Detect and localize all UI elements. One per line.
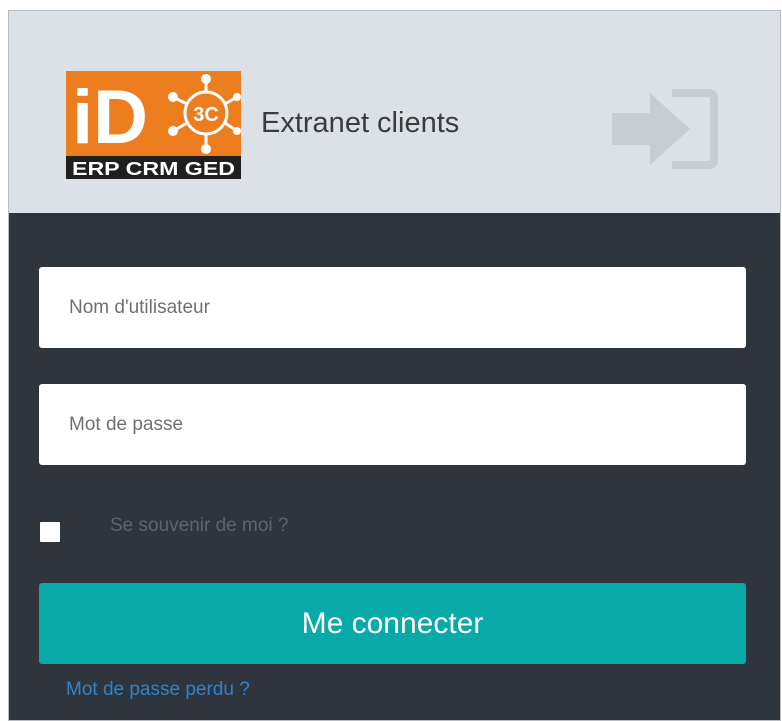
login-button[interactable]: Me connecter — [39, 583, 746, 664]
login-panel: iD 3C ERP CRM GED Extranet clients Nom d… — [8, 10, 781, 721]
login-form: Se souvenir de moi ? Me connecter Mot de… — [9, 213, 780, 720]
login-header: iD 3C ERP CRM GED Extranet clients — [9, 11, 780, 213]
logo-mark: iD — [72, 75, 148, 160]
logo-badge: 3C — [193, 104, 219, 126]
password-input[interactable] — [39, 384, 746, 465]
username-input[interactable] — [39, 267, 746, 348]
lost-password-link[interactable]: Mot de passe perdu ? — [66, 679, 250, 701]
app-title: Extranet clients — [261, 107, 460, 139]
remember-me-checkbox[interactable] — [40, 522, 60, 542]
remember-me-label: Se souvenir de moi ? — [110, 515, 289, 536]
logo-tagline: ERP CRM GED — [72, 159, 235, 179]
sign-in-icon — [612, 83, 724, 175]
id3c-logo: iD 3C ERP CRM GED — [66, 71, 241, 179]
